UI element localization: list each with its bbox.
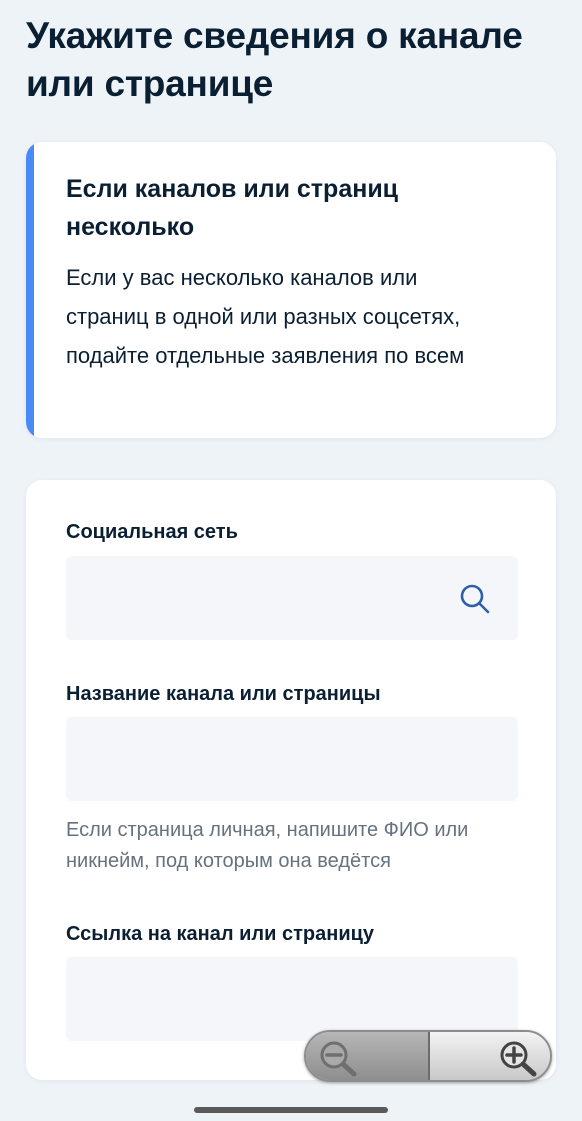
channel-name-label: Название канала или страницы [66,683,381,705]
zoom-in-button[interactable] [430,1032,550,1080]
channel-name-input[interactable] [66,717,518,801]
zoom-out-icon [320,1041,357,1077]
social-network-label: Социальная сеть [66,521,238,543]
info-card: Если каналов или страниц несколько Если … [26,142,556,438]
home-indicator[interactable] [194,1107,388,1113]
social-network-input[interactable] [66,556,518,640]
info-card-title: Если каналов или страниц несколько [66,175,399,241]
zoom-out-button[interactable] [306,1032,430,1080]
zoom-control [304,1030,552,1082]
page-title: Укажите сведения о канале или странице [26,15,523,104]
channel-name-hint: Если страница личная, напишите ФИО или н… [66,819,469,872]
info-card-accent-bar [26,142,34,438]
page: Укажите сведения о канале или странице Е… [0,0,582,1121]
form-card: Социальная сеть Название канала или стра… [26,480,556,1080]
channel-link-label: Ссылка на канал или страницу [66,923,375,945]
channel-link-input[interactable] [66,957,518,1041]
info-card-text: Если у вас несколько каналов или страниц… [66,265,465,368]
search-icon[interactable] [458,582,492,616]
zoom-in-icon [500,1041,537,1077]
